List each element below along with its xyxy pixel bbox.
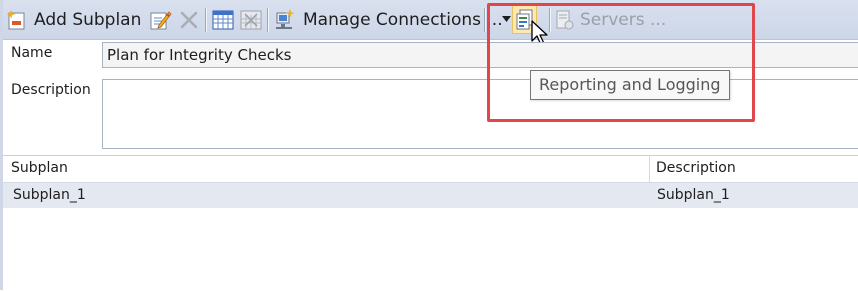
column-header-description[interactable]: Description (656, 160, 736, 176)
toolbar-separator (205, 8, 207, 32)
remove-schedule-icon[interactable] (240, 9, 262, 31)
calendar-grid-icon[interactable] (212, 9, 234, 31)
add-subplan-icon (6, 9, 25, 29)
grid-header: Subplan Description (3, 156, 858, 183)
add-subplan-button[interactable]: Add Subplan (6, 0, 141, 39)
highlight-box (487, 3, 755, 122)
name-field-value: Plan for Integrity Checks (107, 46, 292, 64)
cell-description: Subplan_1 (657, 187, 730, 203)
table-row[interactable]: Subplan_1 Subplan_1 (3, 183, 858, 208)
toolbar-separator (267, 8, 269, 32)
manage-connections-icon (276, 8, 295, 29)
name-label: Name (11, 45, 53, 61)
delete-icon[interactable] (178, 9, 200, 31)
subplan-properties-icon[interactable] (149, 8, 173, 32)
subplan-grid: Subplan Description Subplan_1 Subplan_1 (3, 155, 858, 291)
cell-subplan: Subplan_1 (13, 187, 86, 203)
add-subplan-label: Add Subplan (34, 9, 142, 30)
column-header-subplan[interactable]: Subplan (11, 160, 68, 176)
manage-connections-label: Manage Connections ... (303, 9, 503, 30)
toolbar-separator (484, 8, 486, 32)
manage-connections-button[interactable]: Manage Connections ... (273, 0, 503, 39)
description-label: Description (11, 82, 91, 98)
